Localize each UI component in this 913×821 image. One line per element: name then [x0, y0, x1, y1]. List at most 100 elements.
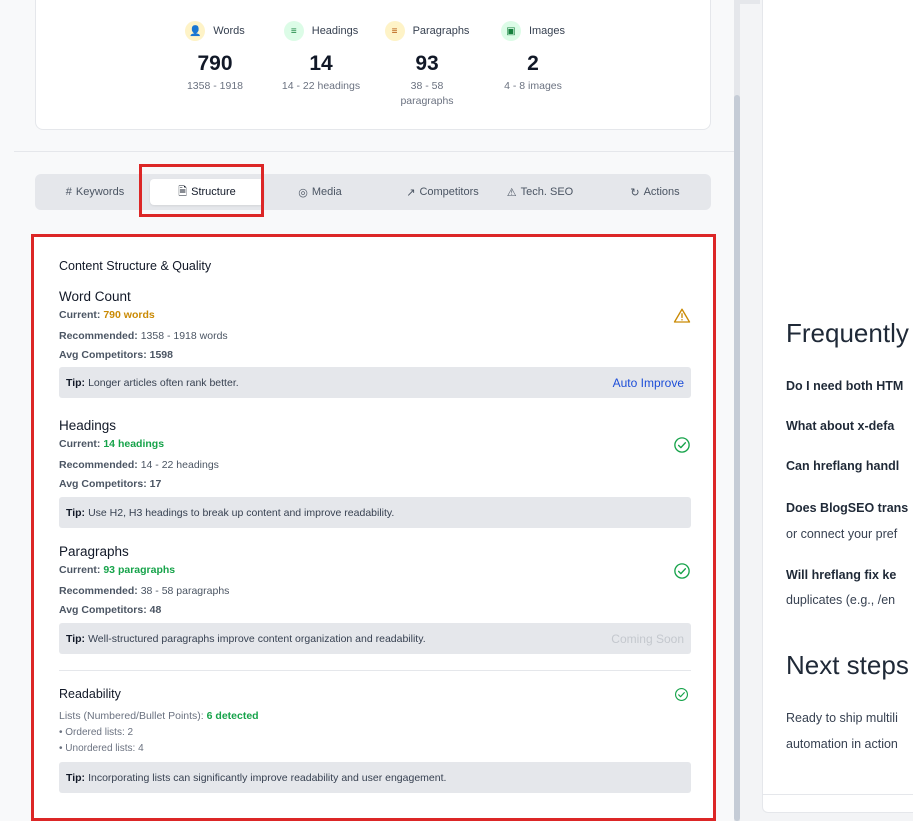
stat-range: 1358 - 1918: [186, 80, 244, 92]
stat-value: 93: [415, 52, 439, 75]
current-value: 790 words: [103, 309, 155, 321]
trend-icon: ↗: [406, 186, 416, 199]
recommended-line: Recommended: 14 - 22 headings: [59, 459, 691, 471]
recommended-label: Recommended:: [59, 330, 138, 342]
tip-text: Incorporating lists can significantly im…: [88, 771, 447, 784]
check-circle-icon: [674, 437, 690, 453]
metric-title: Headings: [59, 418, 117, 433]
next-steps-heading: Next steps: [786, 650, 909, 680]
tab-tech-seo[interactable]: ⚠ Tech. SEO: [497, 179, 583, 205]
stat-words: 👤 Words 790 1358 - 1918: [160, 20, 270, 94]
readability-metric: Readability Lists (Numbered/Bullet Point…: [59, 687, 691, 793]
scrollbar-thumb[interactable]: [734, 95, 740, 821]
avg-value: 48: [149, 604, 162, 616]
tip-label: Tip:: [66, 376, 86, 389]
content-stats-card: 👤 Words 790 1358 - 1918 ≡ Headings 14 14 -…: [35, 0, 711, 130]
tab-media[interactable]: ◎ Media: [275, 179, 365, 205]
refresh-icon: ↻: [630, 186, 640, 199]
recommended-value: 38 - 58 paragraphs: [140, 585, 230, 597]
tip-label: Tip:: [66, 506, 86, 519]
word-count-metric: Word Count Current: 790 words Recommende…: [59, 289, 691, 398]
warning-icon: ⚠: [506, 186, 517, 199]
avg-line: Avg Competitors: 1598: [59, 349, 691, 361]
tip-text: Use H2, H3 headings to break up content …: [88, 506, 395, 519]
lists-value: 6 detected: [206, 710, 259, 722]
faq-question: Will hreflang fix ke: [786, 568, 897, 582]
paragraphs-metric: Paragraphs Current: 93 paragraphs Recomm…: [59, 544, 691, 654]
media-icon: ◎: [298, 186, 308, 199]
structure-content-highlight: Content Structure & Quality Word Count C…: [31, 234, 716, 821]
tip-text: Longer articles often rank better.: [88, 376, 239, 389]
tip-text: Well-structured paragraphs improve conte…: [88, 632, 426, 645]
avg-value: 1598: [149, 349, 173, 361]
faq-question: Can hreflang handl: [786, 459, 900, 473]
current-line: Current: 93 paragraphs: [59, 564, 691, 576]
recommended-line: Recommended: 1358 - 1918 words: [59, 330, 691, 342]
avg-label: Avg Competitors:: [59, 478, 147, 490]
seo-analysis-panel: 👤 Words 790 1358 - 1918 ≡ Headings 14 14 -…: [0, 0, 734, 821]
stat-label: Images: [528, 25, 566, 37]
current-line: Current: 14 headings: [59, 438, 691, 450]
section-divider: [14, 151, 734, 152]
metric-title: Paragraphs: [59, 544, 129, 559]
stat-paragraphs: ≡ Paragraphs 93 38 - 58 paragraphs: [372, 20, 482, 109]
recommended-label: Recommended:: [59, 459, 138, 471]
tip-box: Tip: Longer articles often rank better. A…: [59, 367, 691, 398]
article-paragraph: automation in action: [786, 737, 898, 751]
tip-box: Tip: Incorporating lists can significantl…: [59, 762, 691, 793]
section-title: Content Structure & Quality: [59, 259, 212, 273]
stat-label: Paragraphs: [412, 25, 470, 37]
structure-panel: Content Structure & Quality Word Count C…: [34, 237, 713, 818]
person-icon: 👤: [185, 21, 206, 41]
avg-label: Avg Competitors:: [59, 349, 147, 361]
tab-label: Keywords: [75, 186, 125, 198]
tab-keywords[interactable]: # Keywords: [45, 179, 145, 205]
article-paragraph: Ready to ship multili: [786, 711, 898, 725]
faq-question: What about x-defa: [786, 419, 895, 433]
article-preview: Frequently Do I need both HTM What about…: [762, 0, 913, 795]
stat-range: 14 - 22 headings: [281, 80, 361, 92]
article-footer-edge: [762, 795, 913, 813]
avg-line: Avg Competitors: 48: [59, 604, 691, 616]
stat-label: Headings: [311, 25, 359, 37]
stat-value: 2: [527, 52, 539, 75]
tab-competitors[interactable]: ↗ Competitors: [380, 179, 505, 205]
recommended-value: 1358 - 1918 words: [140, 330, 228, 342]
avg-line: Avg Competitors: 17: [59, 478, 691, 490]
ordered-lists: • Ordered lists: 2: [59, 727, 134, 738]
current-label: Current:: [59, 438, 101, 450]
unordered-lists: • Unordered lists: 4: [59, 743, 144, 754]
faq-question: Do I need both HTM: [786, 379, 904, 393]
tip-label: Tip:: [66, 632, 86, 645]
tab-label: Tech. SEO: [520, 186, 574, 198]
stat-images: ▣ Images 2 4 - 8 images: [478, 20, 588, 94]
stat-headings: ≡ Headings 14 14 - 22 headings: [266, 20, 376, 94]
tab-actions[interactable]: ↻ Actions: [610, 179, 700, 205]
hash-icon: #: [65, 186, 72, 198]
current-value: 14 headings: [103, 438, 165, 450]
stat-range: 38 - 58 paragraphs: [400, 80, 454, 107]
tip-label: Tip:: [66, 771, 86, 784]
auto-improve-button[interactable]: Auto Improve: [613, 376, 684, 390]
tab-label: Competitors: [419, 186, 479, 198]
tip-box: Tip: Use H2, H3 headings to break up cont…: [59, 497, 691, 528]
lists-line: Lists (Numbered/Bullet Points): 6 detect…: [59, 710, 691, 722]
metric-title: Word Count: [59, 289, 131, 304]
check-circle-icon: [674, 563, 690, 579]
lists-label: Lists (Numbered/Bullet Points):: [59, 710, 204, 722]
metric-title: Readability: [59, 687, 121, 701]
current-label: Current:: [59, 564, 101, 576]
tip-box: Tip: Well-structured paragraphs improve c…: [59, 623, 691, 654]
list-icon: ≡: [283, 21, 304, 41]
current-line: Current: 790 words: [59, 309, 691, 321]
avg-value: 17: [149, 478, 162, 490]
stat-value: 790: [197, 52, 233, 75]
stat-range: 4 - 8 images: [504, 80, 562, 92]
faq-question: Does BlogSEO trans: [786, 501, 909, 515]
stat-value: 14: [309, 52, 333, 75]
paragraph-icon: ≡: [384, 21, 405, 41]
image-icon: ▣: [500, 21, 521, 41]
faq-answer: duplicates (e.g., /en: [786, 593, 896, 607]
structure-tab-highlight: [139, 164, 264, 217]
faq-heading: Frequently: [786, 318, 909, 348]
